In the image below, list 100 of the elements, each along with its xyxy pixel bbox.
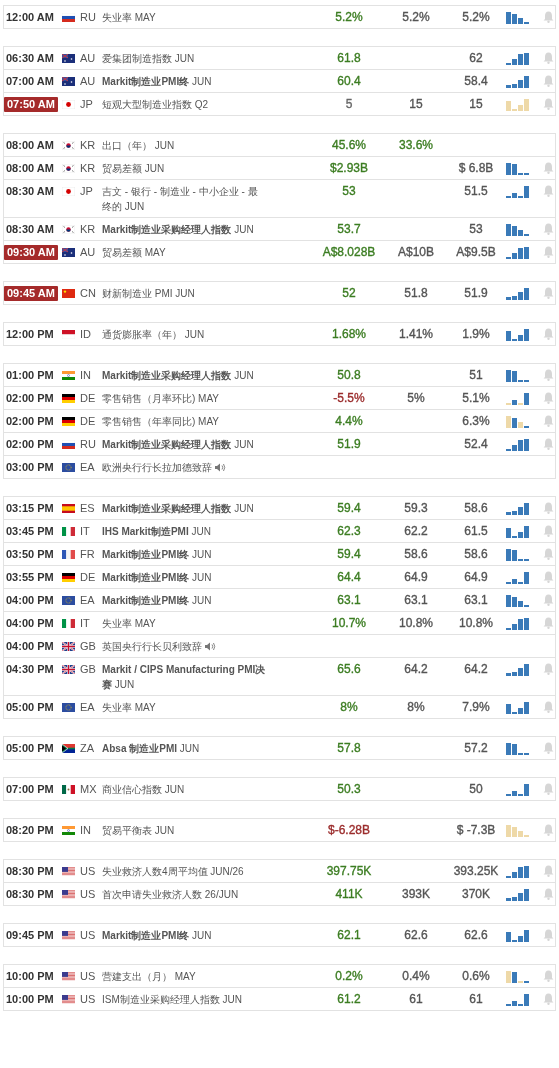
country-code: AU xyxy=(80,74,97,89)
event-name[interactable]: 失业率 MAY xyxy=(102,616,156,631)
event-name[interactable]: 贸易差额 JUN xyxy=(102,161,165,176)
history-bars[interactable] xyxy=(506,928,530,942)
history-bars[interactable] xyxy=(506,51,530,65)
history-bars[interactable] xyxy=(506,437,530,451)
country-code: FR xyxy=(80,547,96,562)
event-name[interactable]: 英国央行行长贝利致辞 xyxy=(102,639,202,654)
history-bars[interactable] xyxy=(506,391,530,405)
event-name[interactable]: Markit制造业采购经理人指数 JUN xyxy=(102,368,254,383)
bell-icon[interactable] xyxy=(542,415,554,427)
bell-icon[interactable] xyxy=(542,571,554,583)
event-name[interactable]: Markit制造业PMI终 JUN xyxy=(102,928,212,943)
event-name[interactable]: 欧洲央行行长拉加德致辞 xyxy=(102,460,212,475)
bell-icon[interactable] xyxy=(542,162,554,174)
history-bars[interactable] xyxy=(506,368,530,382)
event-name[interactable]: ISM制造业采购经理人指数 JUN xyxy=(102,992,242,1007)
history-bars[interactable] xyxy=(506,741,530,755)
country-code: DE xyxy=(80,570,97,585)
history-bars[interactable] xyxy=(506,10,530,24)
bell-icon[interactable] xyxy=(542,865,554,877)
history-bars[interactable] xyxy=(506,501,530,515)
event-time: 07:00 AM xyxy=(6,74,54,89)
history-bars[interactable] xyxy=(506,969,530,983)
bell-icon[interactable] xyxy=(542,502,554,514)
history-bars[interactable] xyxy=(506,782,530,796)
bell-icon[interactable] xyxy=(542,75,554,87)
history-bars[interactable] xyxy=(506,662,530,676)
event-name[interactable]: Markit制造业采购经理人指数 JUN xyxy=(102,437,254,452)
country-code: ZA xyxy=(80,741,96,756)
previous-value: 53 xyxy=(469,222,483,237)
event-name[interactable]: Markit制造业PMI终 JUN xyxy=(102,547,212,562)
event-name[interactable]: Markit / CIPS Manufacturing PMI决赛 JUN xyxy=(102,662,267,692)
event-name[interactable]: Markit制造业采购经理人指数 JUN xyxy=(102,222,254,237)
event-name[interactable]: 爱集团制造指数 JUN xyxy=(102,51,195,66)
history-bars[interactable] xyxy=(506,864,530,878)
bell-icon[interactable] xyxy=(542,742,554,754)
bell-icon[interactable] xyxy=(542,548,554,560)
bell-icon[interactable] xyxy=(542,185,554,197)
bell-icon[interactable] xyxy=(542,52,554,64)
event-name[interactable]: 失业率 MAY xyxy=(102,700,156,715)
bell-icon[interactable] xyxy=(542,824,554,836)
event-name[interactable]: 短观大型制造业指数 Q2 xyxy=(102,97,209,112)
event-name[interactable]: Markit制造业PMI终 JUN xyxy=(102,570,212,585)
bell-icon[interactable] xyxy=(542,392,554,404)
bell-icon[interactable] xyxy=(542,98,554,110)
history-bars[interactable] xyxy=(506,245,530,259)
event-name[interactable]: 商业信心指数 JUN xyxy=(102,782,185,797)
bell-icon[interactable] xyxy=(542,328,554,340)
history-bars[interactable] xyxy=(506,593,530,607)
bell-icon[interactable] xyxy=(542,11,554,23)
bell-icon[interactable] xyxy=(542,223,554,235)
history-bars[interactable] xyxy=(506,524,530,538)
bell-icon[interactable] xyxy=(542,783,554,795)
bell-icon[interactable] xyxy=(542,525,554,537)
bell-icon[interactable] xyxy=(542,993,554,1005)
bell-icon[interactable] xyxy=(542,970,554,982)
history-bars[interactable] xyxy=(506,547,530,561)
event-name[interactable]: IHS Markit制造PMI JUN xyxy=(102,524,211,539)
event-name[interactable]: Markit制造业PMI终 JUN xyxy=(102,74,212,89)
history-bars[interactable] xyxy=(506,286,530,300)
actual-value: 59.4 xyxy=(337,547,361,562)
event-name[interactable]: 首次申请失业救济人数 26/JUN xyxy=(102,887,239,902)
history-bars[interactable] xyxy=(506,184,530,198)
event-name[interactable]: 营建支出（月） MAY xyxy=(102,969,196,984)
bell-icon[interactable] xyxy=(542,438,554,450)
bell-icon[interactable] xyxy=(542,617,554,629)
bell-icon[interactable] xyxy=(542,594,554,606)
event-name[interactable]: 吉文 - 银行 - 制造业 - 中小企业 - 最终的 JUN xyxy=(102,184,267,214)
history-bars[interactable] xyxy=(506,74,530,88)
bell-icon[interactable] xyxy=(542,369,554,381)
event-name[interactable]: 零售销售（年率同比) MAY xyxy=(102,414,220,429)
forecast-value: 15 xyxy=(409,97,423,112)
event-name[interactable]: 失业救济人数4周平均值 JUN/26 xyxy=(102,864,244,879)
history-bars[interactable] xyxy=(506,414,530,428)
event-name[interactable]: 贸易差额 MAY xyxy=(102,245,166,260)
event-name[interactable]: Markit制造业采购经理人指数 JUN xyxy=(102,501,254,516)
event-name[interactable]: 财新制造业 PMI JUN xyxy=(102,286,195,301)
event-name[interactable]: 出口（年） JUN xyxy=(102,138,175,153)
event-name[interactable]: 零售销售（月率环比) MAY xyxy=(102,391,220,406)
bell-icon[interactable] xyxy=(542,929,554,941)
history-bars[interactable] xyxy=(506,616,530,630)
history-bars[interactable] xyxy=(506,700,530,714)
bell-icon[interactable] xyxy=(542,246,554,258)
event-name[interactable]: Markit制造业PMI终 JUN xyxy=(102,593,212,608)
bell-icon[interactable] xyxy=(542,663,554,675)
event-name[interactable]: Absa 制造业PMI JUN xyxy=(102,741,200,756)
bell-icon[interactable] xyxy=(542,701,554,713)
event-time: 01:00 PM xyxy=(6,368,54,383)
bell-icon[interactable] xyxy=(542,287,554,299)
event-name[interactable]: 贸易平衡表 JUN xyxy=(102,823,175,838)
history-bars[interactable] xyxy=(506,887,530,901)
bell-icon[interactable] xyxy=(542,888,554,900)
history-bars[interactable] xyxy=(506,570,530,584)
event-name[interactable]: 失业率 MAY xyxy=(102,10,156,25)
event-name[interactable]: 通货膨胀率（年） JUN xyxy=(102,327,205,342)
history-bars[interactable] xyxy=(506,992,530,1006)
history-bars[interactable] xyxy=(506,327,530,341)
history-bars[interactable] xyxy=(506,161,530,175)
history-bars[interactable] xyxy=(506,222,530,236)
